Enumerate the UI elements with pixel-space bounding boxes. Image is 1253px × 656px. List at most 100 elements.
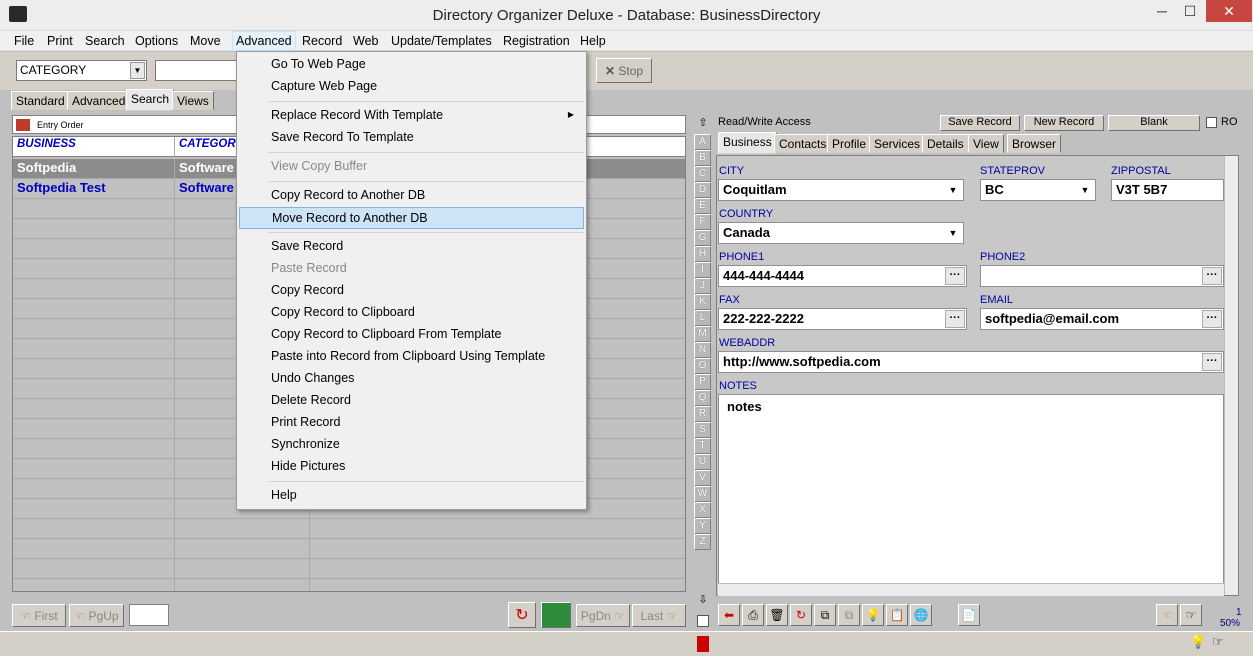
table-row-empty-cell[interactable] — [175, 519, 310, 539]
alpha-letter-button[interactable]: L — [694, 310, 711, 326]
menu-item-copy-record-to-another-db[interactable]: Copy Record to Another DB — [239, 185, 584, 207]
alpha-letter-button[interactable]: J — [694, 278, 711, 294]
menu-web[interactable]: Web — [353, 34, 378, 48]
tab-business[interactable]: Business — [718, 132, 777, 154]
minimize-icon[interactable]: ─ — [1150, 0, 1174, 22]
menu-item-copy-record-to-clipboard-from-template[interactable]: Copy Record to Clipboard From Template — [239, 324, 584, 346]
alpha-letter-button[interactable]: O — [694, 358, 711, 374]
menu-item-move-record-to-another-db[interactable]: Move Record to Another DB — [239, 207, 584, 229]
table-row-empty-cell[interactable] — [175, 579, 310, 591]
alpha-letter-button[interactable]: I — [694, 262, 711, 278]
template-icon[interactable]: 📄 — [958, 604, 980, 626]
table-row-empty-cell[interactable] — [13, 539, 175, 559]
menu-item-synchronize[interactable]: Synchronize — [239, 434, 584, 456]
table-row-empty-cell[interactable] — [13, 499, 175, 519]
record-vscrollbar[interactable] — [1224, 156, 1238, 595]
alpha-letter-button[interactable]: U — [694, 454, 711, 470]
table-row-empty-cell[interactable] — [13, 479, 175, 499]
blank-button[interactable]: Blank — [1108, 115, 1200, 131]
clipboard-icon[interactable]: 📋 — [886, 604, 908, 626]
alpha-letter-button[interactable]: S — [694, 422, 711, 438]
menu-print[interactable]: Print — [47, 34, 73, 48]
table-row-empty-cell[interactable] — [13, 439, 175, 459]
more-icon[interactable]: ··· — [945, 310, 965, 328]
tab-views[interactable]: Views — [172, 91, 214, 110]
alpha-letter-button[interactable]: P — [694, 374, 711, 390]
tab-details[interactable]: Details — [922, 134, 969, 153]
alpha-letter-button[interactable]: W — [694, 486, 711, 502]
alpha-letter-button[interactable]: Q — [694, 390, 711, 406]
page-number-input[interactable] — [129, 604, 169, 626]
menu-search[interactable]: Search — [85, 34, 125, 48]
hand-left-icon[interactable]: ☜ — [1156, 604, 1178, 626]
fax-field[interactable]: 222-222-2222 ··· — [718, 308, 967, 330]
phone2-field[interactable]: ··· — [980, 265, 1224, 287]
alpha-letter-button[interactable]: T — [694, 438, 711, 454]
alpha-letter-button[interactable]: M — [694, 326, 711, 342]
menu-item-capture-web-page[interactable]: Capture Web Page — [239, 76, 584, 98]
refresh-icon[interactable]: ↻ — [790, 604, 812, 626]
table-row-empty-cell[interactable] — [13, 579, 175, 591]
more-icon[interactable]: ··· — [1202, 310, 1222, 328]
menu-item-delete-record[interactable]: Delete Record — [239, 390, 584, 412]
menu-registration[interactable]: Registration — [503, 34, 570, 48]
more-icon[interactable]: ··· — [945, 267, 965, 285]
table-row-business[interactable]: Softpedia — [13, 159, 175, 179]
last-button[interactable]: Last ☞ — [632, 604, 686, 627]
menu-item-save-record-to-template[interactable]: Save Record To Template — [239, 127, 584, 149]
alpha-letter-button[interactable]: D — [694, 182, 711, 198]
table-row-empty-cell[interactable] — [13, 319, 175, 339]
scroll-down-icon[interactable]: ⇩ — [695, 593, 711, 609]
bookmark-icon[interactable] — [697, 636, 709, 652]
menu-advanced[interactable]: Advanced — [232, 31, 296, 51]
state-field[interactable]: BC ▼ — [980, 179, 1096, 201]
menu-item-print-record[interactable]: Print Record — [239, 412, 584, 434]
menu-move[interactable]: Move — [190, 34, 221, 48]
table-row-empty-cell[interactable] — [310, 539, 685, 559]
table-row-empty-cell[interactable] — [310, 559, 685, 579]
alpha-letter-button[interactable]: A — [694, 134, 711, 150]
menu-item-view-copy-buffer[interactable]: View Copy Buffer — [239, 156, 584, 178]
table-row-empty-cell[interactable] — [175, 539, 310, 559]
tab-profile[interactable]: Profile — [827, 134, 872, 153]
ro-checkbox[interactable] — [1206, 117, 1217, 128]
print-icon[interactable]: ⎙ — [742, 604, 764, 626]
table-row-empty-cell[interactable] — [310, 519, 685, 539]
table-row-business[interactable]: Softpedia Test — [13, 179, 175, 199]
tab-services[interactable]: Services — [869, 134, 926, 153]
paste-icon[interactable]: ⧉ — [838, 604, 860, 626]
menu-options[interactable]: Options — [135, 34, 178, 48]
alpha-checkbox[interactable] — [697, 615, 709, 627]
zip-field[interactable]: V3T 5B7 — [1111, 179, 1224, 201]
menu-item-save-record[interactable]: Save Record — [239, 236, 584, 258]
alpha-letter-button[interactable]: R — [694, 406, 711, 422]
hand-right-icon[interactable]: ☞ — [1212, 634, 1224, 650]
chevron-down-icon[interactable]: ▼ — [130, 62, 145, 79]
menu-item-hide-pictures[interactable]: Hide Pictures — [239, 456, 584, 478]
alpha-letter-button[interactable]: E — [694, 198, 711, 214]
menu-update-templates[interactable]: Update/Templates — [391, 34, 492, 48]
menu-item-help[interactable]: Help — [239, 485, 584, 507]
menu-record[interactable]: Record — [302, 34, 342, 48]
phone1-field[interactable]: 444-444-4444 ··· — [718, 265, 967, 287]
chevron-down-icon[interactable]: ▼ — [945, 225, 961, 241]
table-row-empty-cell[interactable] — [13, 219, 175, 239]
lightbulb-icon[interactable]: 💡 — [1190, 634, 1206, 650]
table-row-empty-cell[interactable] — [13, 199, 175, 219]
table-row-empty-cell[interactable] — [13, 279, 175, 299]
table-row-empty-cell[interactable] — [13, 239, 175, 259]
menu-item-paste-into-record-from-clipboard[interactable]: Paste into Record from Clipboard Using T… — [239, 346, 584, 368]
trash-icon[interactable]: 🗑 — [766, 604, 788, 626]
table-row-empty-cell[interactable] — [13, 399, 175, 419]
tab-view[interactable]: View — [968, 134, 1004, 153]
notes-hscrollbar[interactable] — [718, 583, 1224, 596]
tab-search[interactable]: Search — [126, 89, 175, 111]
notes-textarea[interactable]: notes — [718, 394, 1224, 586]
alpha-letter-button[interactable]: X — [694, 502, 711, 518]
tab-contacts[interactable]: Contacts — [774, 134, 832, 153]
country-field[interactable]: Canada ▼ — [718, 222, 964, 244]
table-row-empty-cell[interactable] — [13, 379, 175, 399]
city-field[interactable]: Coquitlam ▼ — [718, 179, 964, 201]
email-field[interactable]: softpedia@email.com ··· — [980, 308, 1224, 330]
table-row-empty-cell[interactable] — [175, 559, 310, 579]
